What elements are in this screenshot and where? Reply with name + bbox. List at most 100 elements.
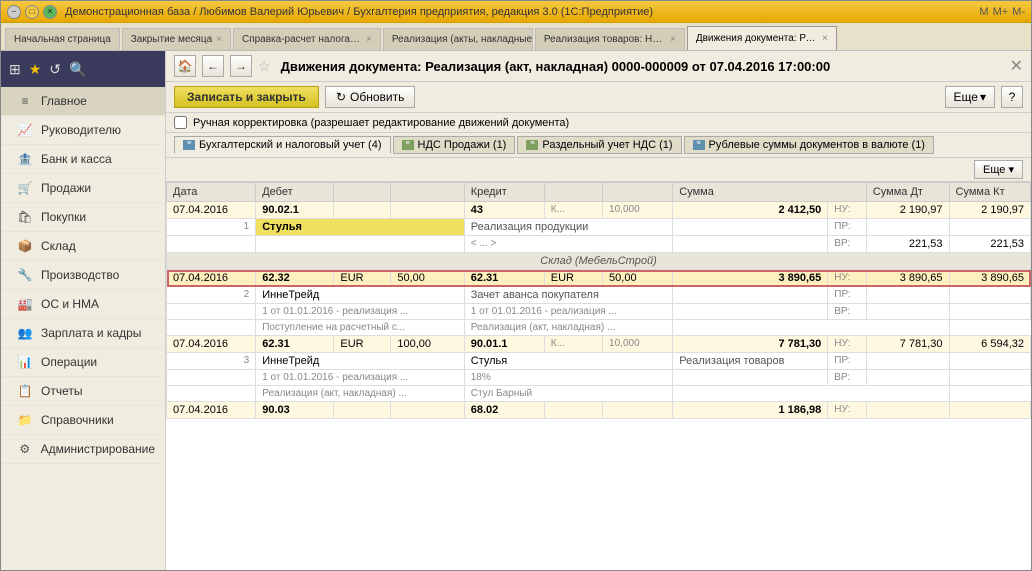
col-kredit2: [544, 183, 602, 202]
movements-table: Дата Дебет Кредит Сумма Сумма Дт Сумма К…: [166, 182, 1031, 419]
help-button[interactable]: ?: [1001, 86, 1023, 108]
manual-correction-checkbox[interactable]: [174, 116, 187, 129]
table-row-highlighted[interactable]: 07.04.2016 62.32 EUR 50,00 62.31 EUR 50,…: [167, 270, 1031, 287]
cell-empty3: [949, 353, 1030, 370]
cell-summa-kt: 2 190,97: [949, 202, 1030, 219]
sidebar-item-main[interactable]: ≡ Главное: [1, 87, 165, 116]
purchases-icon: 🛍: [17, 209, 33, 225]
cell-label-vr: ВР:: [828, 370, 867, 386]
sub-tab-vat-split[interactable]: ≡ Раздельный учет НДС (1): [517, 136, 681, 154]
tab-close-icon[interactable]: ×: [216, 34, 222, 45]
sidebar-item-references[interactable]: 📁 Справочники: [1, 406, 165, 435]
tab-home[interactable]: Начальная страница: [5, 28, 120, 50]
table-row[interactable]: 07.04.2016 62.31 EUR 100,00 90.01.1 К...…: [167, 336, 1031, 353]
back-button[interactable]: ←: [202, 55, 224, 77]
sidebar-item-os-nma[interactable]: 🏭 ОС и НМА: [1, 290, 165, 319]
sidebar-item-production[interactable]: 🔧 Производство: [1, 261, 165, 290]
table-row[interactable]: 3 ИннеТрейд Стулья Реализация товаров ПР…: [167, 353, 1031, 370]
tab-doc-movements[interactable]: Движения документа: Реализация (акт, нак…: [687, 26, 837, 50]
table-row[interactable]: Реализация (акт, накладная) ... Стул Бар…: [167, 386, 1031, 402]
table-more-button[interactable]: Еще ▾: [974, 160, 1023, 179]
sidebar-item-manager[interactable]: 📈 Руководителю: [1, 116, 165, 145]
search-icon[interactable]: 🔍: [69, 61, 86, 78]
bookmark-icon[interactable]: ☆: [258, 58, 271, 75]
cell-desc: Реализация товаров: [673, 353, 828, 370]
cell-label: НУ:: [828, 402, 867, 419]
tab-goods-invoice[interactable]: Реализация товаров: Накладная 0000-00000…: [535, 28, 685, 50]
cell-date: 07.04.2016: [167, 402, 256, 419]
history-icon[interactable]: ↺: [49, 61, 61, 78]
table-row[interactable]: 2 ИннеТрейд Зачет аванса покупателя ПР:: [167, 287, 1031, 304]
close-button[interactable]: ✕: [43, 5, 57, 19]
sub-tab-accounting[interactable]: ≡ Бухгалтерский и налоговый учет (4): [174, 136, 391, 154]
tab-bar: Начальная страница Закрытие месяца × Спр…: [1, 23, 1031, 51]
minimize-button[interactable]: −: [7, 5, 21, 19]
cell-debet: 90.02.1: [256, 202, 334, 219]
cell-label: НУ:: [828, 270, 867, 287]
cell-empty3: [949, 287, 1030, 304]
save-close-button[interactable]: Записать и закрыть: [174, 86, 319, 108]
more-button[interactable]: Еще ▾: [945, 86, 995, 108]
vat-split-icon: ≡: [526, 140, 538, 150]
sales-icon: 🛒: [17, 180, 33, 196]
sub-tab-ruble-amounts[interactable]: ≡ Рублевые суммы документов в валюте (1): [684, 136, 934, 154]
sidebar-item-reports[interactable]: 📋 Отчеты: [1, 377, 165, 406]
table-row[interactable]: 1 Стулья Реализация продукции ПР:: [167, 219, 1031, 236]
sidebar-item-sales[interactable]: 🛒 Продажи: [1, 174, 165, 203]
cell-empty2: [673, 304, 828, 320]
sidebar-item-purchases[interactable]: 🛍 Покупки: [1, 203, 165, 232]
col-debet3: [391, 183, 464, 202]
sub-tab-vat-sales[interactable]: ≡ НДС Продажи (1): [393, 136, 516, 154]
manager-icon: 📈: [17, 122, 33, 138]
sidebar-item-bank-cash[interactable]: 🏦 Банк и касса: [1, 145, 165, 174]
cell-doc1: Поступление на расчетный с...: [256, 320, 465, 336]
table-row[interactable]: 1 от 01.01.2016 - реализация ... 18% ВР:: [167, 370, 1031, 386]
cell-debet2: [334, 202, 391, 219]
tab-close-active-icon[interactable]: ×: [822, 33, 828, 44]
table-row[interactable]: 07.04.2016 90.03 68.02 1 186,98 НУ:: [167, 402, 1031, 419]
bank-icon: 🏦: [17, 151, 33, 167]
table-row[interactable]: < ... > ВР: 221,53 221,53: [167, 236, 1031, 253]
forward-button[interactable]: →: [230, 55, 252, 77]
col-date: Дата: [167, 183, 256, 202]
tab-tax-calc[interactable]: Справка-расчет налога на прибыль за Апре…: [233, 28, 381, 50]
sidebar-item-salary[interactable]: 👥 Зарплата и кадры: [1, 319, 165, 348]
col-summa-kt: Сумма Кт: [949, 183, 1030, 202]
vat-sales-icon: ≡: [402, 140, 414, 150]
cell-ref1: 1 от 01.01.2016 - реализация ...: [256, 304, 465, 320]
grid-icon[interactable]: ⊞: [9, 61, 21, 78]
production-icon: 🔧: [17, 267, 33, 283]
window-controls[interactable]: − □ ✕: [7, 5, 57, 19]
cell-empty2: [866, 353, 949, 370]
cell-desc: Зачет аванса покупателя: [464, 287, 673, 304]
cell-debet2: EUR: [334, 270, 391, 287]
warehouse-icon: 📦: [17, 238, 33, 254]
sidebar-item-warehouse[interactable]: 📦 Склад: [1, 232, 165, 261]
update-button[interactable]: ↻ Обновить: [325, 86, 415, 108]
sidebar-item-operations[interactable]: 📊 Операции: [1, 348, 165, 377]
tab-close-month[interactable]: Закрытие месяца ×: [122, 28, 231, 50]
title-bar: − □ ✕ Демонстрационная база / Любимов Ва…: [1, 1, 1031, 23]
cell-ref1: 1 от 01.01.2016 - реализация ...: [256, 370, 465, 386]
sidebar-item-admin[interactable]: ⚙ Администрирование: [1, 435, 165, 464]
cell-empty2: [673, 370, 828, 386]
tab-close-icon[interactable]: ×: [366, 34, 372, 45]
table-row[interactable]: Поступление на расчетный с... Реализация…: [167, 320, 1031, 336]
col-kredit: Кредит: [464, 183, 544, 202]
tab-close-icon[interactable]: ×: [670, 34, 676, 45]
title-m3: M-: [1012, 6, 1025, 18]
cell-ref2: 1 от 01.01.2016 - реализация ...: [464, 304, 673, 320]
close-document-icon[interactable]: ✕: [1010, 56, 1023, 76]
cell-debet3: [391, 202, 464, 219]
table-row[interactable]: 07.04.2016 90.02.1 43 К... 10,000 2 412,…: [167, 202, 1031, 219]
cell-desc: Реализация продукции: [464, 219, 673, 236]
star-icon[interactable]: ★: [29, 61, 42, 78]
table-row[interactable]: 1 от 01.01.2016 - реализация ... 1 от 01…: [167, 304, 1031, 320]
table-container[interactable]: Дата Дебет Кредит Сумма Сумма Дт Сумма К…: [166, 182, 1031, 570]
cell-empty2: [673, 386, 949, 402]
cell-debet2: EUR: [334, 336, 391, 353]
cell-label: НУ:: [828, 336, 867, 353]
tab-sales-acts[interactable]: Реализация (акты, накладные) ×: [383, 28, 533, 50]
restore-button[interactable]: □: [25, 5, 39, 19]
home-nav-button[interactable]: 🏠: [174, 55, 196, 77]
